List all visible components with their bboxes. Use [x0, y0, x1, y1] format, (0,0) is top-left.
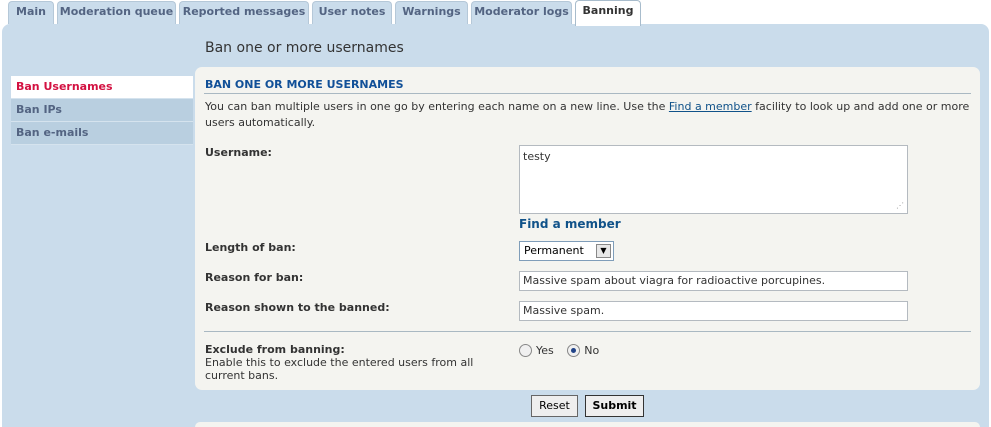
length-of-ban-value: Permanent: [524, 244, 584, 257]
legend-divider: [204, 93, 971, 94]
username-value: testy: [523, 150, 551, 163]
submit-button[interactable]: Submit: [585, 395, 644, 417]
chevron-down-icon[interactable]: ▼: [596, 244, 611, 258]
length-of-ban-select[interactable]: Permanent ▼: [519, 241, 614, 261]
exclude-yes-label: Yes: [536, 343, 554, 357]
form-divider: [204, 331, 971, 332]
username-label: Username:: [205, 146, 272, 159]
reason-shown-input[interactable]: Massive spam.: [519, 301, 908, 321]
sidebar-item-ban-ips[interactable]: Ban IPs: [11, 99, 193, 122]
find-member-link[interactable]: Find a member: [519, 217, 621, 231]
exclude-no-label: No: [584, 343, 600, 357]
length-of-ban-label: Length of ban:: [205, 241, 296, 254]
sidebar-item-ban-usernames[interactable]: Ban Usernames: [11, 76, 193, 99]
tab-bar: Main Moderation queue Reported messages …: [0, 0, 991, 26]
sidebar-menu: Ban Usernames Ban IPs Ban e-mails: [11, 76, 193, 145]
tab-warnings[interactable]: Warnings: [395, 1, 468, 24]
reason-for-ban-label: Reason for ban:: [205, 271, 304, 284]
ban-form: BAN ONE OR MORE USERNAMES You can ban mu…: [195, 67, 980, 390]
tab-reported-messages[interactable]: Reported messages: [179, 1, 309, 24]
reset-button[interactable]: Reset: [531, 395, 578, 417]
form-intro: You can ban multiple users in one go by …: [205, 99, 975, 131]
page-title: Ban one or more usernames: [205, 40, 404, 56]
tab-banning[interactable]: Banning: [575, 0, 641, 26]
sidebar-item-ban-emails[interactable]: Ban e-mails: [11, 122, 193, 145]
next-panel-edge: [195, 422, 980, 427]
exclude-from-banning-label: Exclude from banning:: [205, 343, 345, 356]
exclude-radio-group: Yes No: [519, 343, 609, 357]
tab-moderator-logs[interactable]: Moderator logs: [471, 1, 572, 24]
exclude-yes-radio[interactable]: [519, 343, 532, 357]
tab-moderation-queue[interactable]: Moderation queue: [57, 1, 176, 24]
form-legend: BAN ONE OR MORE USERNAMES: [205, 78, 404, 91]
tab-user-notes[interactable]: User notes: [312, 1, 392, 24]
username-textarea[interactable]: testy ⋰: [519, 145, 908, 214]
reason-shown-label: Reason shown to the banned:: [205, 301, 390, 314]
reason-for-ban-input[interactable]: Massive spam about viagra for radioactiv…: [519, 271, 908, 291]
tab-main[interactable]: Main: [8, 1, 54, 24]
resize-grip-icon[interactable]: ⋰: [896, 202, 904, 210]
intro-text-before: You can ban multiple users in one go by …: [205, 100, 669, 113]
intro-find-member-link[interactable]: Find a member: [669, 100, 752, 113]
exclude-explain-text: Enable this to exclude the entered users…: [205, 356, 474, 382]
exclude-no-radio[interactable]: [567, 343, 581, 357]
